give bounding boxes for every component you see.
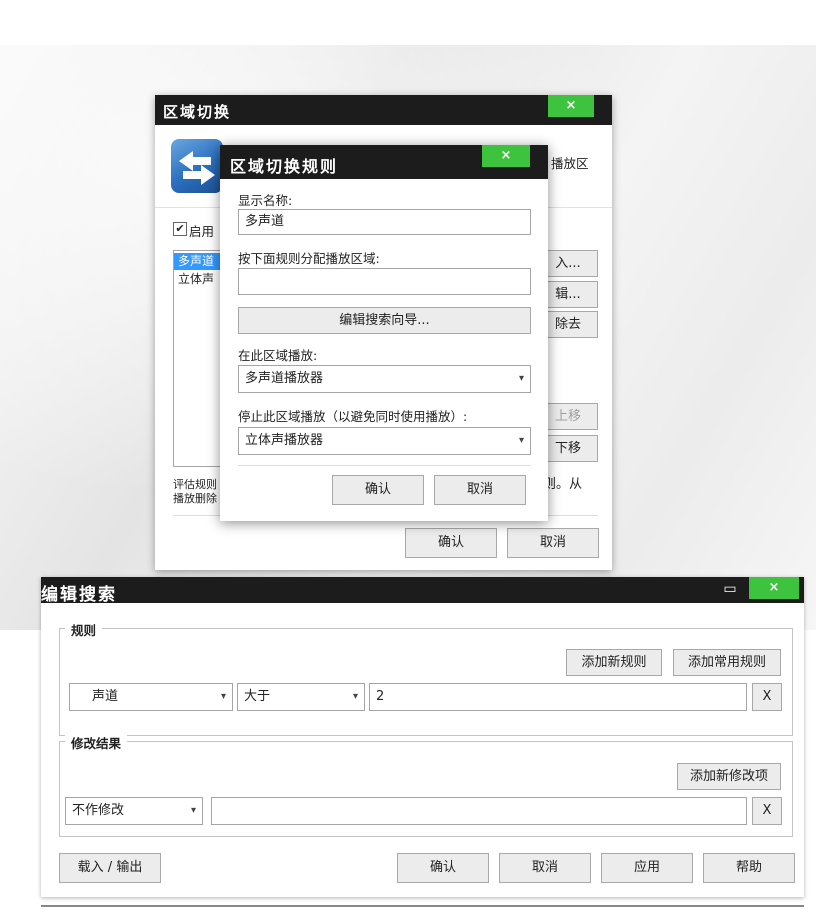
maximize-icon: ▭ (723, 581, 737, 597)
add-common-rule-button[interactable]: 添加常用规则 (673, 649, 781, 676)
edit-search-title: 编辑搜索 (41, 585, 117, 605)
play-here-value: 多声道播放器 (245, 371, 324, 386)
modify-value-field[interactable] (211, 797, 747, 825)
rule-value-field[interactable]: 2 (369, 683, 747, 711)
assign-rule-label: 按下面规则分配播放区域: (238, 251, 380, 266)
play-here-select[interactable]: 多声道播放器 ▾ (238, 365, 531, 393)
remove-rule-button[interactable]: X (752, 683, 782, 711)
zone-rule-close-button[interactable]: × (482, 145, 530, 167)
remove-icon: X (762, 689, 772, 704)
edit-search-window: 编辑搜索 ▭ × 规则 添加新规则 添加常用规则 声道 ▾ 大于 ▾ 2 X 修… (41, 577, 804, 897)
display-name-label: 显示名称: (238, 193, 293, 208)
zone-switch-ok-button[interactable]: 确认 (405, 528, 497, 558)
rule-field-select[interactable]: 声道 ▾ (69, 683, 233, 711)
rules-group-label: 规则 (65, 620, 103, 639)
display-name-field[interactable]: 多声道 (238, 209, 531, 235)
zone-switch-titlebar: 区域切换 × (155, 95, 612, 125)
edit-search-close-button[interactable]: × (749, 577, 799, 599)
chevron-down-icon: ▾ (518, 373, 524, 384)
add-new-rule-button[interactable]: 添加新规则 (566, 649, 662, 676)
rule-operator-select[interactable]: 大于 ▾ (237, 683, 365, 711)
zone-rule-title: 区域切换规则 (230, 157, 339, 176)
zone-rule-dialog: 区域切换规则 × 显示名称: 多声道 按下面规则分配播放区域: 编辑搜索向导..… (220, 145, 548, 521)
close-icon: × (768, 580, 780, 595)
edit-search-titlebar: 编辑搜索 ▭ × (41, 577, 804, 605)
edit-search-wizard-button[interactable]: 编辑搜索向导... (238, 307, 531, 334)
close-icon: × (565, 98, 577, 113)
bottom-edge-line (41, 905, 804, 907)
stop-here-label: 停止此区域播放（以避免同时使用播放）: (238, 409, 468, 424)
stop-here-select[interactable]: 立体声播放器 ▾ (238, 427, 531, 455)
zone-switch-close-button[interactable]: × (548, 95, 594, 117)
edit-search-cancel-button[interactable]: 取消 (499, 853, 591, 883)
list-item[interactable]: 立体声 (174, 271, 214, 288)
modify-action-select[interactable]: 不作修改 ▾ (65, 797, 203, 825)
help-button[interactable]: 帮助 (703, 853, 795, 883)
rules-group (59, 628, 793, 736)
add-modify-item-button[interactable]: 添加新修改项 (677, 763, 781, 790)
zone-rule-titlebar: 区域切换规则 × (220, 145, 548, 179)
rule-field-value: 声道 (92, 689, 119, 704)
assign-rule-field[interactable] (238, 268, 531, 295)
remove-modify-button[interactable]: X (752, 797, 782, 825)
zone-rule-ok-button[interactable]: 确认 (332, 475, 424, 505)
close-icon: × (500, 148, 512, 163)
chevron-down-icon: ▾ (518, 435, 524, 446)
enable-checkbox[interactable]: ✔ (173, 222, 187, 236)
divider (238, 465, 531, 466)
apply-button[interactable]: 应用 (601, 853, 693, 883)
stop-here-value: 立体声播放器 (245, 433, 324, 448)
remove-icon: X (762, 803, 772, 818)
zone-switch-header-desc: 播放区 (551, 156, 589, 171)
modify-result-group-label: 修改结果 (65, 733, 128, 752)
chevron-down-icon: ▾ (190, 805, 196, 816)
footer-text-right: 则。从 (543, 477, 583, 492)
modify-action-value: 不作修改 (72, 803, 125, 818)
zone-rule-cancel-button[interactable]: 取消 (434, 475, 526, 505)
zone-switch-title: 区域切换 (163, 103, 232, 121)
rule-operator-value: 大于 (244, 689, 271, 704)
load-export-button[interactable]: 载入 / 输出 (59, 853, 161, 883)
zone-switch-cancel-button[interactable]: 取消 (507, 528, 599, 558)
play-here-label: 在此区域播放: (238, 348, 318, 363)
enable-label: 启用 (189, 224, 215, 239)
chevron-down-icon: ▾ (220, 691, 226, 702)
edit-search-ok-button[interactable]: 确认 (397, 853, 489, 883)
chevron-down-icon: ▾ (352, 691, 358, 702)
footer-text-2: 播放删除 (173, 492, 217, 505)
maximize-button[interactable]: ▭ (721, 580, 739, 598)
switch-arrows-icon (171, 139, 223, 193)
